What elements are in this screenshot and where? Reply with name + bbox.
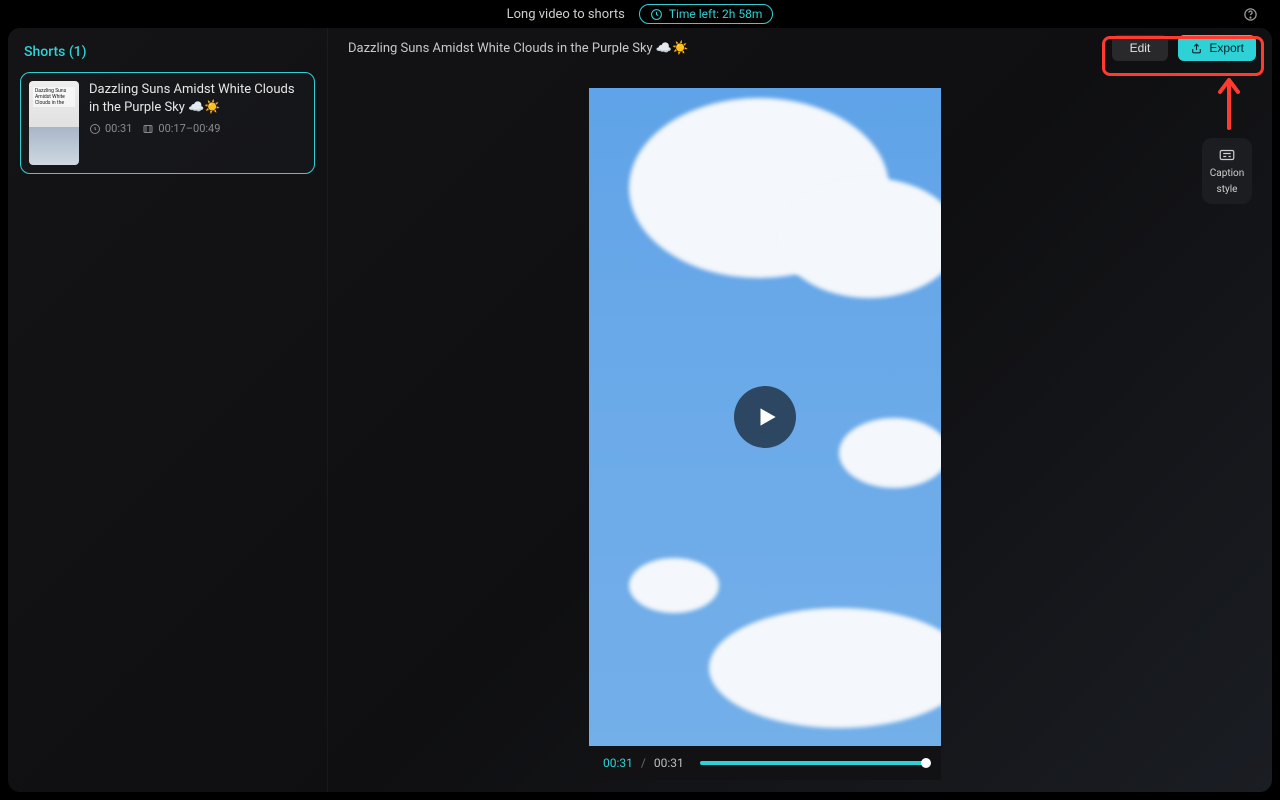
play-icon [754,404,780,430]
annotation-arrow [1214,78,1244,137]
clip-title: Dazzling Suns Amidst White Clouds in the… [89,81,306,116]
clip-card[interactable]: Dazzling Suns Amidst White Clouds in the… [20,72,315,174]
player-controls: 00:31 / 00:31 [589,746,941,780]
sidebar: Shorts (1) Dazzling Suns Amidst White Cl… [8,28,328,792]
cloud-shape [779,178,941,298]
app-mode-title: Long video to shorts [507,7,625,22]
seek-handle[interactable] [921,758,931,768]
clip-thumbnail-caption: Dazzling Suns Amidst White Clouds in the [33,87,75,107]
time-total: 00:31 [654,756,684,770]
top-bar: Long video to shorts Time left: 2h 58m [0,0,1280,28]
clock-icon [89,123,101,135]
clock-icon [650,8,663,21]
time-left-text: Time left: 2h 58m [669,7,763,21]
clip-duration: 00:31 [105,122,132,135]
export-icon [1190,42,1203,55]
seek-track[interactable] [700,761,927,765]
video-player: 00:31 / 00:31 [589,88,941,780]
caption-icon [1218,146,1236,164]
clip-thumbnail: Dazzling Suns Amidst White Clouds in the [29,81,79,165]
time-separator: / [641,756,646,770]
sidebar-heading: Shorts (1) [20,40,315,72]
edit-button[interactable]: Edit [1112,35,1169,61]
film-icon [142,123,154,135]
clip-range: 00:17–00:49 [158,122,220,135]
play-button[interactable] [734,386,796,448]
time-current: 00:31 [603,756,633,770]
player-wrap: 00:31 / 00:31 [328,88,1202,780]
time-left-pill: Time left: 2h 58m [639,4,774,24]
preview-title: Dazzling Suns Amidst White Clouds in the… [348,41,688,56]
cloud-shape [839,418,941,488]
video-canvas[interactable] [589,88,941,746]
app-frame: Shorts (1) Dazzling Suns Amidst White Cl… [8,28,1272,792]
main-header: Dazzling Suns Amidst White Clouds in the… [328,28,1272,68]
export-button[interactable]: Export [1178,35,1256,61]
clip-info: Dazzling Suns Amidst White Clouds in the… [89,81,306,165]
help-button[interactable] [1243,7,1258,26]
main-area: Dazzling Suns Amidst White Clouds in the… [328,28,1272,792]
caption-style-button[interactable]: Caption style [1202,138,1252,204]
cloud-shape [629,558,719,613]
caption-style-line1: Caption [1210,168,1245,180]
header-actions: Edit Export [1112,35,1256,61]
caption-style-line2: style [1217,184,1238,196]
help-icon [1243,7,1258,22]
export-label: Export [1209,41,1244,55]
cloud-shape [709,608,941,728]
clip-meta: 00:31 00:17–00:49 [89,122,306,135]
